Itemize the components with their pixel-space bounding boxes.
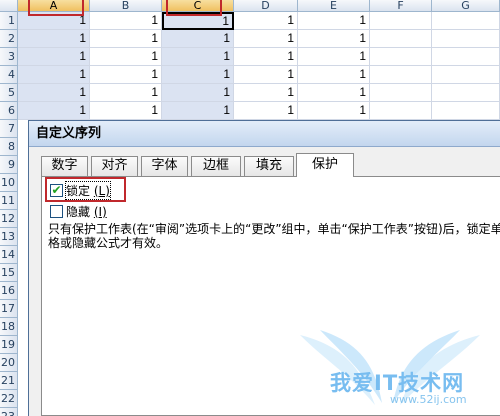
locked-highlight [45, 177, 126, 202]
row-header[interactable]: 10 [0, 174, 18, 192]
row-header[interactable]: 16 [0, 282, 18, 300]
cell[interactable]: 1 [162, 102, 234, 120]
cell[interactable] [370, 102, 432, 120]
cell[interactable]: 1 [18, 102, 90, 120]
tab-protection[interactable]: 保护 [296, 153, 354, 177]
cell[interactable]: 1 [298, 66, 370, 84]
cell[interactable]: 1 [90, 30, 162, 48]
cell[interactable] [370, 30, 432, 48]
tab-fill[interactable]: 填充 [244, 156, 294, 176]
cell[interactable] [370, 48, 432, 66]
cell[interactable]: 1 [234, 30, 298, 48]
cell[interactable]: 1 [18, 30, 90, 48]
row-header[interactable]: 21 [0, 372, 18, 390]
row-header[interactable]: 17 [0, 300, 18, 318]
cell[interactable]: 1 [18, 48, 90, 66]
cell[interactable] [432, 12, 500, 30]
select-all-corner[interactable] [0, 0, 18, 12]
row-header[interactable]: 7 [0, 120, 18, 138]
cell[interactable] [432, 84, 500, 102]
cell[interactable]: 1 [234, 102, 298, 120]
cell[interactable]: 1 [234, 66, 298, 84]
tab-font[interactable]: 字体 [141, 156, 188, 176]
cell[interactable]: 1 [90, 12, 162, 30]
row-header[interactable]: 11 [0, 192, 18, 210]
cell[interactable] [370, 84, 432, 102]
cell[interactable] [432, 102, 500, 120]
cell[interactable]: 1 [298, 102, 370, 120]
row-header[interactable]: 1 [0, 12, 18, 30]
row-header[interactable]: 5 [0, 84, 18, 102]
row-header[interactable]: 20 [0, 354, 18, 372]
hidden-checkbox[interactable] [50, 204, 63, 218]
row-header[interactable]: 12 [0, 210, 18, 228]
cell[interactable]: 1 [90, 102, 162, 120]
site-watermark: 我爱IT技术网 www.52ij.com [280, 325, 495, 415]
row-header[interactable]: 6 [0, 102, 18, 120]
row-header[interactable]: 2 [0, 30, 18, 48]
row-header[interactable]: 4 [0, 66, 18, 84]
row-header[interactable]: 22 [0, 390, 18, 408]
cell[interactable] [432, 48, 500, 66]
cell[interactable]: 1 [234, 48, 298, 66]
row-header[interactable]: 23 [0, 408, 18, 416]
column-header-d[interactable]: D [234, 0, 298, 12]
tab-number[interactable]: 数字 [41, 156, 88, 176]
column-header-g[interactable]: G [432, 0, 500, 12]
cell[interactable]: 1 [162, 48, 234, 66]
cell[interactable] [370, 66, 432, 84]
cell[interactable] [432, 30, 500, 48]
column-a-highlight [28, 0, 84, 16]
row-header[interactable]: 13 [0, 228, 18, 246]
cell[interactable]: 1 [162, 84, 234, 102]
cell[interactable] [432, 66, 500, 84]
row-header[interactable]: 18 [0, 318, 18, 336]
watermark-url: www.52ij.com [390, 393, 467, 406]
row-header[interactable]: 19 [0, 336, 18, 354]
cell[interactable]: 1 [18, 66, 90, 84]
column-header-e[interactable]: E [298, 0, 370, 12]
row-header[interactable]: 3 [0, 48, 18, 66]
protection-description: 只有保护工作表(在“审阅”选项卡上的“更改”组中，单击“保护工作表”按钮)后，锁… [48, 222, 500, 250]
cell[interactable]: 1 [90, 84, 162, 102]
cell[interactable]: 1 [234, 84, 298, 102]
tab-border[interactable]: 边框 [191, 156, 241, 176]
tab-alignment[interactable]: 对齐 [91, 156, 138, 176]
column-header-f[interactable]: F [370, 0, 432, 12]
row-header[interactable]: 9 [0, 156, 18, 174]
cell[interactable]: 1 [298, 84, 370, 102]
row-header[interactable]: 8 [0, 138, 18, 156]
cell[interactable]: 1 [162, 30, 234, 48]
hidden-option[interactable]: 隐藏 (I) [50, 203, 107, 219]
column-c-highlight [166, 0, 222, 16]
cell[interactable]: 1 [298, 12, 370, 30]
cell[interactable]: 1 [298, 30, 370, 48]
hidden-hotkey: (I) [93, 204, 107, 219]
cell[interactable] [370, 12, 432, 30]
cell[interactable]: 1 [162, 66, 234, 84]
cell[interactable]: 1 [234, 12, 298, 30]
hidden-label[interactable]: 隐藏 (I) [66, 203, 107, 220]
hidden-label-text: 隐藏 [66, 204, 91, 219]
cell[interactable]: 1 [90, 66, 162, 84]
column-header-b[interactable]: B [90, 0, 162, 12]
row-header[interactable]: 14 [0, 246, 18, 264]
cell[interactable]: 1 [298, 48, 370, 66]
cell[interactable]: 1 [90, 48, 162, 66]
dialog-title[interactable]: 自定义序列 [29, 121, 500, 147]
row-header[interactable]: 15 [0, 264, 18, 282]
cell[interactable]: 1 [18, 84, 90, 102]
